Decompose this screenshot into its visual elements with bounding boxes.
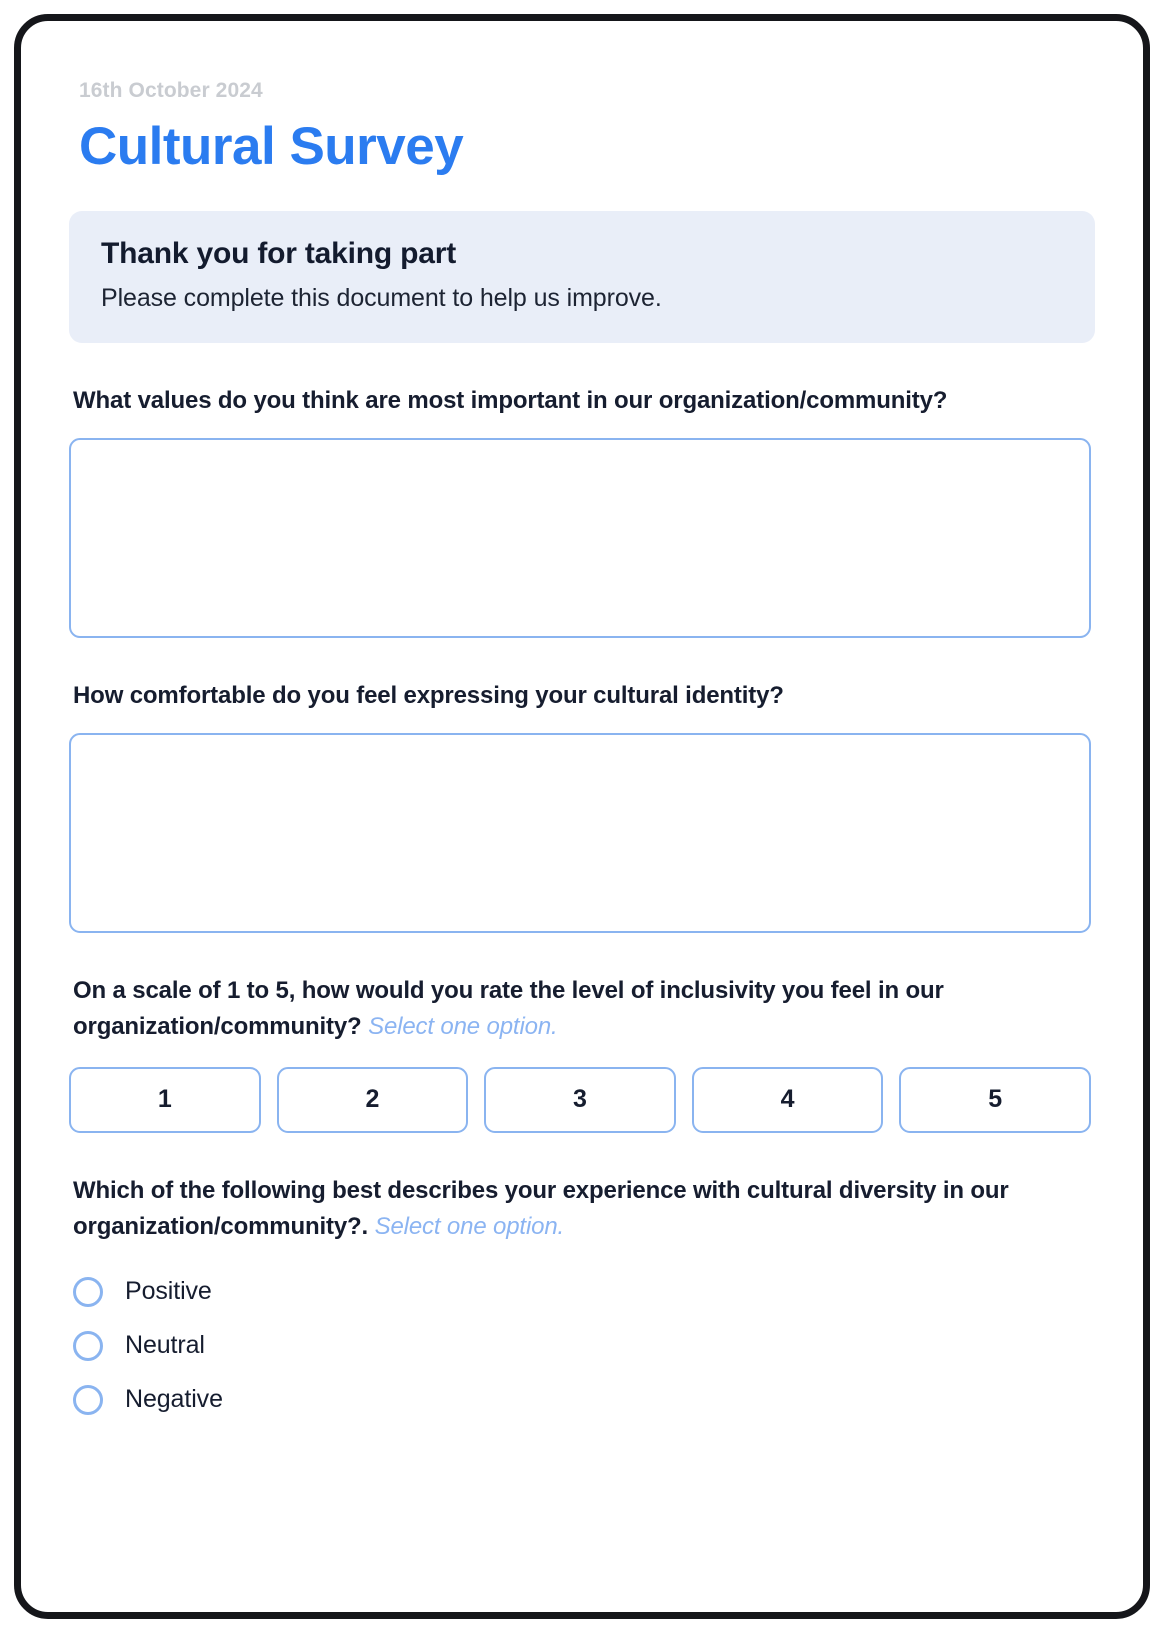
choice-label-positive: Positive <box>125 1277 212 1306</box>
intro-banner: Thank you for taking part Please complet… <box>69 210 1095 343</box>
survey-content: 16th October 2024 Cultural Survey Thank … <box>21 21 1143 1427</box>
question-1-label: What values do you think are most import… <box>73 386 948 414</box>
banner-subtitle: Please complete this document to help us… <box>101 283 662 312</box>
question-3-label: On a scale of 1 to 5, how would you rate… <box>73 973 1095 1045</box>
radio-icon[interactable] <box>73 1384 103 1415</box>
question-2-textarea[interactable] <box>69 732 1091 933</box>
page-title: Cultural Survey <box>79 117 464 176</box>
radio-icon[interactable] <box>73 1276 103 1307</box>
question-3: On a scale of 1 to 5, how would you rate… <box>69 973 1095 1133</box>
scale-option-5[interactable]: 5 <box>899 1066 1091 1133</box>
choice-label-negative: Negative <box>125 1385 223 1414</box>
document-date: 16th October 2024 <box>79 79 263 102</box>
banner-title: Thank you for taking part <box>101 236 457 270</box>
choice-row-positive[interactable]: Positive <box>73 1265 1095 1319</box>
survey-page-card: 16th October 2024 Cultural Survey Thank … <box>14 14 1150 1619</box>
question-4-label: Which of the following best describes yo… <box>73 1173 1095 1245</box>
question-4: Which of the following best describes yo… <box>69 1173 1095 1427</box>
question-1: What values do you think are most import… <box>69 383 1095 638</box>
question-2: How comfortable do you feel expressing y… <box>69 678 1095 933</box>
choice-label-neutral: Neutral <box>125 1331 205 1360</box>
choice-row-negative[interactable]: Negative <box>73 1373 1095 1427</box>
choice-row-neutral[interactable]: Neutral <box>73 1319 1095 1373</box>
question-3-hint: Select one option. <box>368 1012 558 1040</box>
question-4-hint: Select one option. <box>374 1212 565 1240</box>
choice-group: Positive Neutral Negative <box>69 1265 1095 1427</box>
scale-option-2[interactable]: 2 <box>276 1066 469 1133</box>
question-2-label: How comfortable do you feel expressing y… <box>73 681 784 709</box>
scale-option-3[interactable]: 3 <box>484 1066 676 1133</box>
radio-icon[interactable] <box>73 1330 103 1361</box>
question-1-textarea[interactable] <box>69 437 1091 638</box>
scale-option-1[interactable]: 1 <box>69 1066 261 1133</box>
rating-scale-group: 1 2 3 4 5 <box>69 1066 1091 1133</box>
scale-option-4[interactable]: 4 <box>691 1066 884 1133</box>
